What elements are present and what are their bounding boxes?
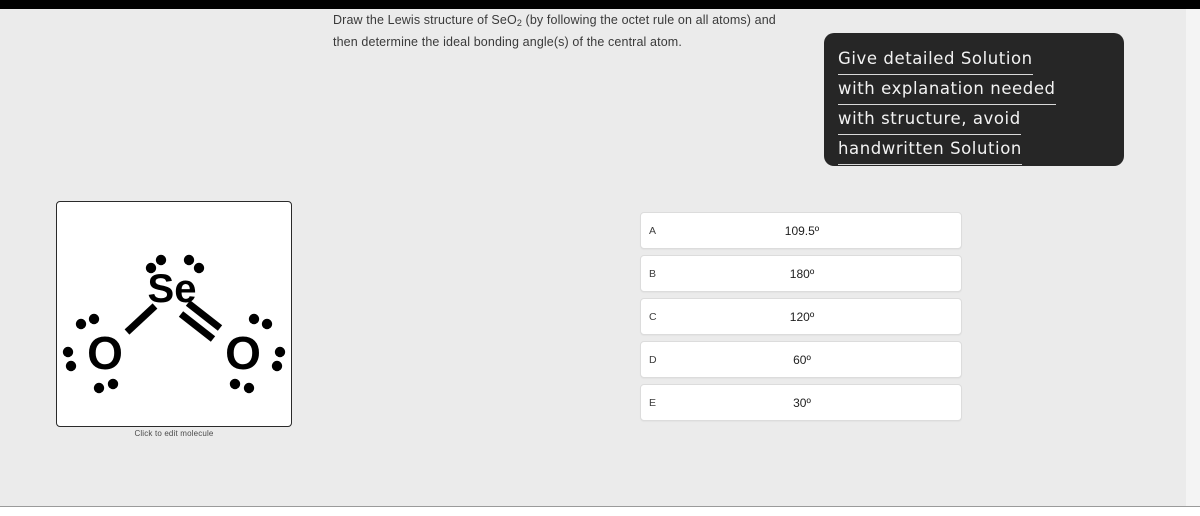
se-lone-pair-dot-1 xyxy=(145,262,157,274)
right-o-lone-pair-dot-5 xyxy=(243,382,255,394)
instruction-note: Give detailed Solution with explanation … xyxy=(824,33,1124,166)
se-lone-pair-dot-3 xyxy=(183,254,195,266)
se-lone-pair-dot-4 xyxy=(193,262,205,274)
top-black-bar xyxy=(0,0,1200,9)
left-o-lone-pair-dot-1 xyxy=(75,318,87,330)
atom-label-se: Se xyxy=(148,267,197,311)
option-value-c: 120º xyxy=(789,309,815,324)
right-o-lone-pair-dot-2 xyxy=(248,313,260,325)
right-o-lone-pair-dot-4 xyxy=(271,360,283,372)
molecule-canvas[interactable]: Se O O xyxy=(56,201,292,427)
left-o-lone-pair-dot-3 xyxy=(62,346,74,358)
option-value-d: 60º xyxy=(793,352,811,367)
note-line-4: handwritten Solution xyxy=(838,135,1022,165)
molecule-caption: Click to edit molecule xyxy=(134,429,214,438)
option-row-e[interactable]: E 30º xyxy=(640,384,962,421)
right-o-lone-pair-dot-3 xyxy=(274,346,286,358)
left-o-lone-pair-dot-6 xyxy=(107,378,119,390)
lewis-structure-diagram: Se O O xyxy=(62,254,286,394)
right-o-lone-pair-dot-1 xyxy=(261,318,273,330)
note-line-3: with structure, avoid xyxy=(838,105,1021,135)
atom-label-right-o: O xyxy=(225,327,261,379)
note-line-2: with explanation needed xyxy=(838,75,1056,105)
option-value-a: 109.5º xyxy=(784,223,820,238)
note-line-1: Give detailed Solution xyxy=(838,45,1033,75)
question-text-part-2: (by following the octet rule on all atom… xyxy=(521,13,776,27)
question-prompt: Draw the Lewis structure of SeO2 (by fol… xyxy=(333,11,803,52)
option-row-a[interactable]: A 109.5º xyxy=(640,212,962,249)
se-lone-pair-dot-2 xyxy=(155,254,167,266)
left-o-lone-pair-dot-5 xyxy=(93,382,105,394)
molecule-editor-panel[interactable]: Se O O Click to edit molecule xyxy=(56,201,292,438)
option-row-b[interactable]: B 180º xyxy=(640,255,962,292)
option-value-e: 30º xyxy=(793,395,811,410)
option-row-c[interactable]: C 120º xyxy=(640,298,962,335)
left-o-lone-pair-dot-4 xyxy=(65,360,77,372)
question-text-part-1: Draw the Lewis structure of SeO xyxy=(333,13,517,27)
option-value-b: 180º xyxy=(789,266,815,281)
atom-label-left-o: O xyxy=(87,327,123,379)
vertical-scrollbar-track[interactable] xyxy=(1186,9,1200,506)
question-text-line-2: then determine the ideal bonding angle(s… xyxy=(333,34,682,49)
left-o-lone-pair-dot-2 xyxy=(88,313,100,325)
right-o-lone-pair-dot-6 xyxy=(229,378,241,390)
answer-options-list: A 109.5º B 180º C 120º D 60º E 30º xyxy=(640,212,962,427)
option-row-d[interactable]: D 60º xyxy=(640,341,962,378)
bottom-white-strip xyxy=(0,507,1200,516)
